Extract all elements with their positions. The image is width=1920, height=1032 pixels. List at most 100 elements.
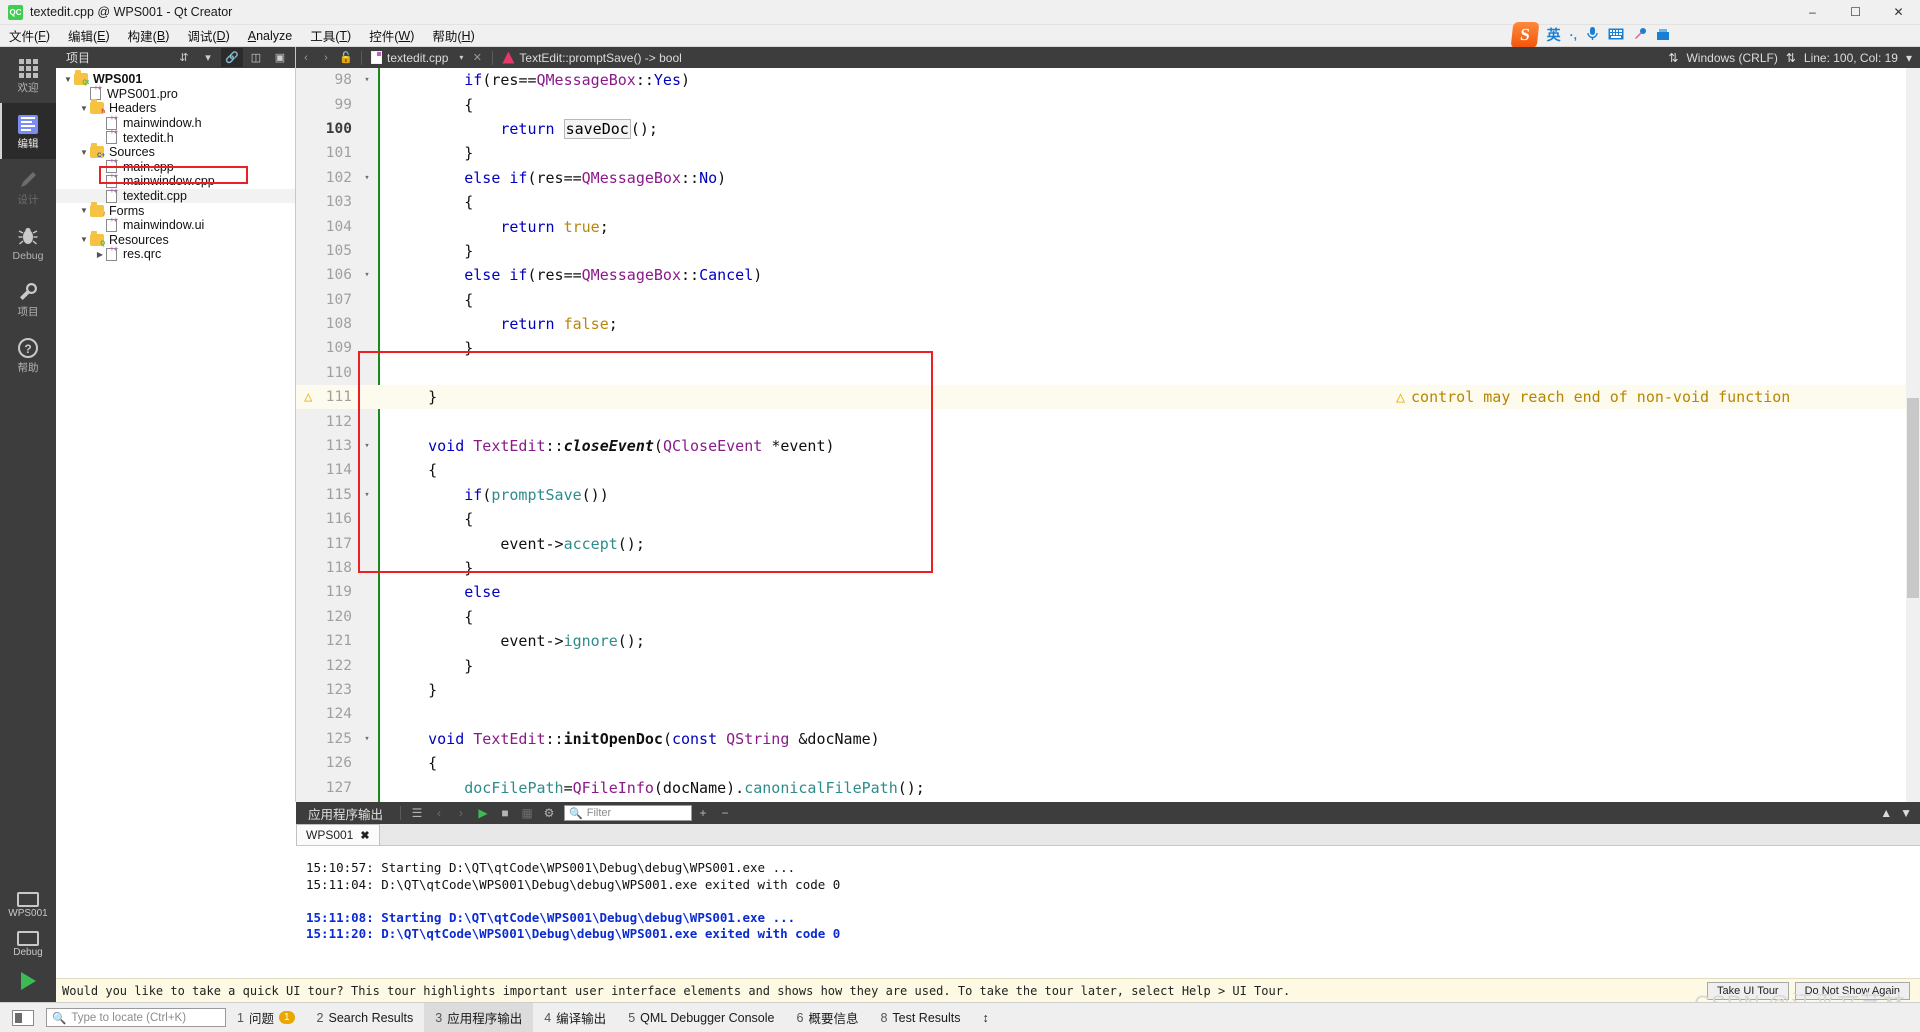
minimize-button[interactable]: – <box>1791 0 1834 25</box>
fold-marker-icon[interactable]: ▾ <box>360 490 374 500</box>
line-ending-label[interactable]: Windows (CRLF) <box>1686 51 1777 65</box>
window-controls: – ☐ ✕ <box>1791 0 1920 25</box>
status-tab-----[interactable]: 6 概要信息 <box>785 1003 869 1032</box>
ime-more-icon[interactable] <box>1656 27 1670 44</box>
attach-icon[interactable]: ▦ <box>516 802 538 824</box>
expand-arrow-icon[interactable]: ▼ <box>62 75 74 84</box>
fold-marker-icon[interactable]: ▾ <box>360 441 374 451</box>
code-text: { <box>464 193 474 212</box>
ime-keyboard-icon[interactable] <box>1608 27 1624 43</box>
close-button[interactable]: ✕ <box>1877 0 1920 25</box>
editor-more-icon[interactable]: ▾ <box>1906 51 1912 65</box>
menu-tools[interactable]: 工具(T) <box>301 25 360 47</box>
run-button[interactable] <box>0 964 56 998</box>
sort-icon[interactable]: ⇵ <box>173 48 195 67</box>
tree-item-res-qrc[interactable]: ▶ ++ res.qrc <box>56 246 295 262</box>
sogou-logo-icon[interactable]: S <box>1510 22 1540 48</box>
zoom-in-button[interactable]: + <box>692 802 714 824</box>
fold-marker-icon[interactable]: ▾ <box>360 173 374 183</box>
menu-edit[interactable]: 编辑(E) <box>59 25 119 47</box>
ime-microphone-icon[interactable] <box>1586 26 1599 44</box>
status-tab-test-results[interactable]: 8 Test Results <box>869 1003 971 1032</box>
forward-button[interactable]: › <box>316 47 336 68</box>
menu-file[interactable]: 文件(F) <box>0 25 59 47</box>
settings-icon[interactable]: ⚙ <box>538 802 560 824</box>
tree-item-sources[interactable]: ▼ C+ Sources <box>56 143 295 160</box>
open-file-combo[interactable]: textedit.cpp ▾ <box>367 47 467 68</box>
prev-icon[interactable]: ‹ <box>428 802 450 824</box>
menu-help[interactable]: 帮助(H) <box>423 25 483 47</box>
mode-debug[interactable]: Debug <box>0 215 56 271</box>
clear-icon[interactable]: ☰ <box>406 802 428 824</box>
code-text: docFilePath=QFileInfo(docName).canonical… <box>464 778 925 797</box>
editor-vertical-scrollbar[interactable] <box>1906 68 1920 802</box>
maximize-button[interactable]: ☐ <box>1834 0 1877 25</box>
chevron-down-icon[interactable]: ▾ <box>459 53 463 62</box>
output-pane-toolbar: 应用程序输出 ☰ ‹ › ▶ ■ ▦ ⚙ 🔍 Filter + − ▲ ▼ <box>296 802 1920 824</box>
status-more-button[interactable]: ↕ <box>972 1003 1000 1032</box>
kit-selector[interactable]: WPS001 <box>0 886 56 925</box>
expand-arrow-icon[interactable]: ▼ <box>78 148 90 157</box>
project-panel-title: 项目 <box>66 51 91 65</box>
tree-item-headers[interactable]: ▼ h Headers <box>56 99 295 116</box>
tree-item-forms[interactable]: ▼ / Forms <box>56 201 295 218</box>
file-close-button[interactable]: ✕ <box>467 47 487 68</box>
sidebar-toggle-icon[interactable] <box>12 1009 34 1026</box>
status-tab-label: 概要信息 <box>808 1012 859 1026</box>
tree-item-mainwindow-h[interactable]: ++ mainwindow.h <box>56 115 295 131</box>
ime-mode-icon[interactable]: 英 <box>1547 25 1561 45</box>
search-icon: 🔍 <box>569 807 583 820</box>
build-config-selector[interactable]: Debug <box>0 925 56 964</box>
status-tab-----[interactable]: 4 编译输出 <box>533 1003 617 1032</box>
status-tab-------[interactable]: 3 应用程序输出 <box>424 1002 534 1032</box>
split-editor-icon[interactable]: ⇅ <box>1668 51 1678 65</box>
fold-marker-icon[interactable]: ▾ <box>360 270 374 280</box>
ime-punctuation-icon[interactable]: ·, <box>1570 28 1577 42</box>
back-button[interactable]: ‹ <box>296 47 316 68</box>
fold-marker-icon[interactable]: ▾ <box>360 734 374 744</box>
status-tab---[interactable]: 1 问题 1 <box>226 1003 306 1032</box>
expand-arrow-icon[interactable]: ▼ <box>78 235 90 244</box>
zoom-out-button[interactable]: − <box>714 802 736 824</box>
fold-marker-icon[interactable]: ▾ <box>360 75 374 85</box>
status-tab-search-results[interactable]: 2 Search Results <box>306 1003 425 1032</box>
filter-icon[interactable]: ▾ <box>197 48 219 67</box>
minimize-output-icon[interactable]: ▼ <box>1900 806 1912 820</box>
link-icon[interactable]: 🔗 <box>221 48 243 67</box>
expand-arrow-icon[interactable]: ▶ <box>94 250 106 259</box>
lock-icon[interactable]: 🔓 <box>336 47 356 68</box>
split-icon[interactable]: ◫ <box>245 48 267 67</box>
search-input[interactable]: 🔍 Type to locate (Ctrl+K) <box>46 1008 226 1027</box>
status-tab-qml-debugger-console[interactable]: 5 QML Debugger Console <box>617 1003 785 1032</box>
menu-window[interactable]: 控件(W) <box>360 25 423 47</box>
output-tab-wps001[interactable]: WPS001 ✖ <box>296 824 380 845</box>
line-number: 106 <box>325 267 352 284</box>
code-editor[interactable]: 98 ▾ if(res==QMessageBox::Yes) 99 {100 ret… <box>296 68 1920 802</box>
stop-icon[interactable]: ■ <box>494 802 516 824</box>
output-filter-input[interactable]: 🔍 Filter <box>564 805 693 821</box>
line-ending-caret[interactable]: ⇅ <box>1786 51 1796 65</box>
expand-arrow-icon[interactable]: ▼ <box>78 104 90 113</box>
mode-design[interactable]: 设计 <box>0 159 56 215</box>
editor-scroll-thumb[interactable] <box>1907 398 1919 598</box>
menu-build[interactable]: 构建(B) <box>119 25 179 47</box>
next-icon[interactable]: › <box>450 802 472 824</box>
ime-tools-icon[interactable] <box>1633 27 1647 44</box>
symbol-combo[interactable]: TextEdit::promptSave() -> bool <box>498 47 685 68</box>
output-tab-close-icon[interactable]: ✖ <box>360 829 369 842</box>
maximize-output-icon[interactable]: ▲ <box>1880 806 1892 820</box>
tree-item-resources[interactable]: ▼ Q Resources <box>56 230 295 248</box>
mode-welcome[interactable]: 欢迎 <box>0 47 56 103</box>
line-number: 127 <box>325 779 352 796</box>
menu-debug[interactable]: 调试(D) <box>178 25 238 47</box>
code-line-105: 105 } <box>296 239 1920 263</box>
menu-analyze[interactable]: Analyze <box>239 25 301 47</box>
close-icon[interactable]: ▣ <box>269 48 291 67</box>
mode-edit[interactable]: 编辑 <box>0 103 56 159</box>
mode-help[interactable]: ? 帮助 <box>0 327 56 383</box>
run-icon[interactable]: ▶ <box>472 802 494 824</box>
cursor-position-label[interactable]: Line: 100, Col: 19 <box>1804 51 1898 65</box>
expand-arrow-icon[interactable]: ▼ <box>78 206 90 215</box>
mode-projects[interactable]: 项目 <box>0 271 56 327</box>
tree-item-wps001[interactable]: ▼ Qt WPS001 <box>56 70 295 87</box>
